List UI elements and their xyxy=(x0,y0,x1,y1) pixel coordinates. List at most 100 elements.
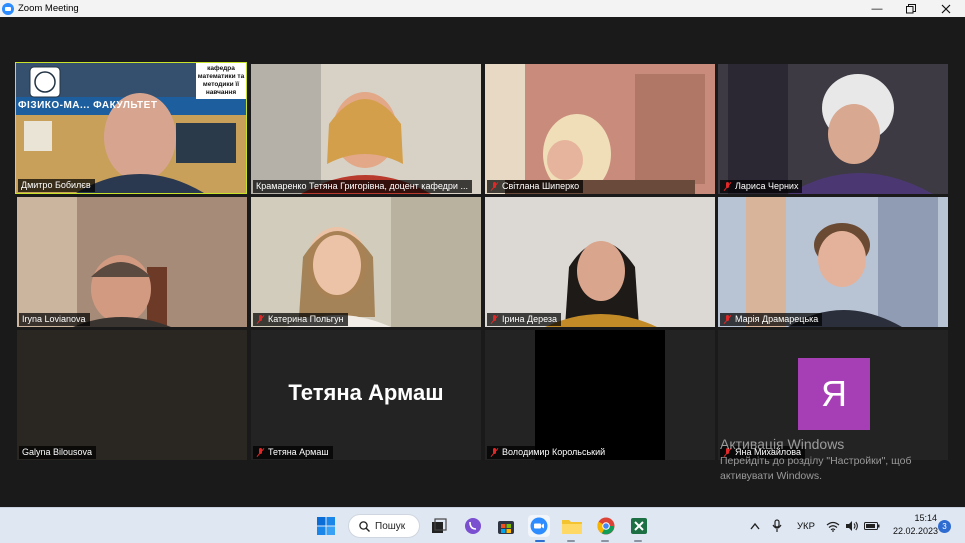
clock-date: 22.02.2023 xyxy=(893,526,939,536)
participant-name: Яна Михайлова xyxy=(735,447,801,457)
battery-icon xyxy=(864,522,880,530)
muted-mic-icon xyxy=(723,181,732,191)
window-titlebar: Zoom Meeting — xyxy=(0,0,965,17)
zoom-icon xyxy=(530,517,548,535)
participant-name-tag: Володимир Корольський xyxy=(487,446,610,459)
muted-mic-icon xyxy=(490,314,499,324)
muted-mic-icon xyxy=(723,447,732,457)
participant-name-tag: Яна Михайлова xyxy=(720,446,805,459)
notification-badge[interactable]: 3 xyxy=(938,520,951,533)
close-icon xyxy=(941,4,951,13)
store-icon xyxy=(498,521,514,534)
chrome-running-indicator xyxy=(601,540,609,542)
video-tile-10[interactable]: Тетяна Армаш Тетяна Армаш xyxy=(251,330,481,460)
participant-video xyxy=(251,64,481,194)
viber-button[interactable] xyxy=(462,515,484,537)
participant-name-tag: Дмитро Бобилєв xyxy=(18,179,95,192)
participant-video xyxy=(17,197,247,327)
sign-text: кафедра математики та методики її навчан… xyxy=(197,65,245,96)
avatar: Я xyxy=(798,358,870,430)
video-tile-5[interactable]: Iryna Lovianova xyxy=(17,197,247,327)
video-tile-3[interactable]: Світлана Шиперко xyxy=(485,64,715,194)
microphone-tray[interactable] xyxy=(772,508,782,543)
video-tile-12[interactable]: Я Яна Михайлова xyxy=(718,330,948,460)
taskbar: Пошук УКР 15:14 22.02.2023 3 xyxy=(0,507,965,543)
participant-name: Galyna Bilousova xyxy=(22,447,93,457)
video-tile-6[interactable]: Катерина Польгун xyxy=(251,197,481,327)
participant-name: Лариса Черних xyxy=(735,181,799,191)
tray-overflow[interactable] xyxy=(750,508,760,543)
participant-name: Світлана Шиперко xyxy=(502,181,580,191)
excel-running-indicator xyxy=(634,540,642,542)
viber-icon xyxy=(465,518,481,534)
participant-video xyxy=(718,197,948,327)
video-tile-4[interactable]: Лариса Черних xyxy=(718,64,948,194)
window-title: Zoom Meeting xyxy=(18,3,79,14)
volume-tray[interactable] xyxy=(845,508,859,543)
zoom-running-indicator xyxy=(535,540,545,542)
taskbar-clock[interactable]: 15:14 22.02.2023 xyxy=(893,512,939,538)
participant-name-tag: Світлана Шиперко xyxy=(487,180,584,193)
video-tile-7[interactable]: Ірина Дереза xyxy=(485,197,715,327)
zoom-button[interactable] xyxy=(528,515,550,537)
participant-name-tag: Ірина Дереза xyxy=(487,313,562,326)
search-icon xyxy=(359,520,370,532)
muted-mic-icon xyxy=(723,314,732,324)
clock-time: 15:14 xyxy=(914,513,937,523)
participant-name: Тетяна Армаш xyxy=(268,447,329,457)
participant-video xyxy=(485,64,715,194)
muted-mic-icon xyxy=(256,447,265,457)
task-view-icon xyxy=(432,518,447,533)
video-tile-2[interactable]: Крамаренко Тетяна Григорівна, доцент каф… xyxy=(251,64,481,194)
restore-icon xyxy=(906,3,916,13)
participant-name-tag: Iryna Lovianova xyxy=(19,313,90,326)
participant-name-tag: Лариса Черних xyxy=(720,180,803,193)
video-tile-11[interactable]: Володимир Корольський xyxy=(485,330,715,460)
participant-name: Дмитро Бобилєв xyxy=(21,180,91,190)
taskbar-search[interactable]: Пошук xyxy=(348,514,420,538)
chevron-up-icon xyxy=(750,522,760,530)
start-button[interactable] xyxy=(315,515,337,537)
excel-icon xyxy=(631,518,647,534)
participant-name-tag: Тетяна Армаш xyxy=(253,446,333,459)
language-indicator[interactable]: УКР xyxy=(797,508,815,543)
battery-tray[interactable] xyxy=(864,508,880,543)
search-label: Пошук xyxy=(375,520,406,532)
chrome-button[interactable] xyxy=(595,515,617,537)
muted-mic-icon xyxy=(256,314,265,324)
muted-mic-icon xyxy=(490,447,499,457)
task-view-button[interactable] xyxy=(428,515,450,537)
video-tile-1[interactable]: кафедра математики та методики її навчан… xyxy=(15,62,247,194)
start-icon xyxy=(317,517,335,535)
gallery-view: кафедра математики та методики її навчан… xyxy=(0,17,965,507)
participant-video xyxy=(718,64,948,194)
video-tile-8[interactable]: Марія Драмарецька xyxy=(718,197,948,327)
store-button[interactable] xyxy=(495,515,517,537)
banner-text: ФІЗИКО-МА... ФАКУЛЬТЕТ xyxy=(18,100,158,111)
participant-name: Володимир Корольський xyxy=(502,447,606,457)
participant-display-name: Тетяна Армаш xyxy=(288,380,444,405)
participant-name: Iryna Lovianova xyxy=(22,314,86,324)
file-explorer-icon xyxy=(562,520,582,534)
speaker-icon xyxy=(846,521,858,531)
minimize-button[interactable]: — xyxy=(862,0,892,17)
participant-name-tag: Galyna Bilousova xyxy=(19,446,97,459)
video-tile-9[interactable]: Galyna Bilousova xyxy=(17,330,247,460)
participant-video xyxy=(485,197,715,327)
wifi-tray[interactable] xyxy=(826,508,840,543)
chrome-icon xyxy=(597,517,615,535)
participant-name: Крамаренко Тетяна Григорівна, доцент каф… xyxy=(256,181,468,191)
explorer-running-indicator xyxy=(567,540,575,542)
muted-mic-icon xyxy=(490,181,499,191)
wifi-icon xyxy=(826,521,840,532)
participant-name-tag: Катерина Польгун xyxy=(253,313,348,326)
excel-button[interactable] xyxy=(628,515,650,537)
participant-name: Ірина Дереза xyxy=(502,314,558,324)
participant-video xyxy=(251,197,481,327)
file-explorer-button[interactable] xyxy=(561,515,583,537)
participant-name-tag: Крамаренко Тетяна Григорівна, доцент каф… xyxy=(253,180,472,193)
close-button[interactable] xyxy=(931,0,961,17)
maximize-button[interactable] xyxy=(896,0,926,17)
microphone-icon xyxy=(772,519,782,532)
participant-video xyxy=(535,330,665,460)
